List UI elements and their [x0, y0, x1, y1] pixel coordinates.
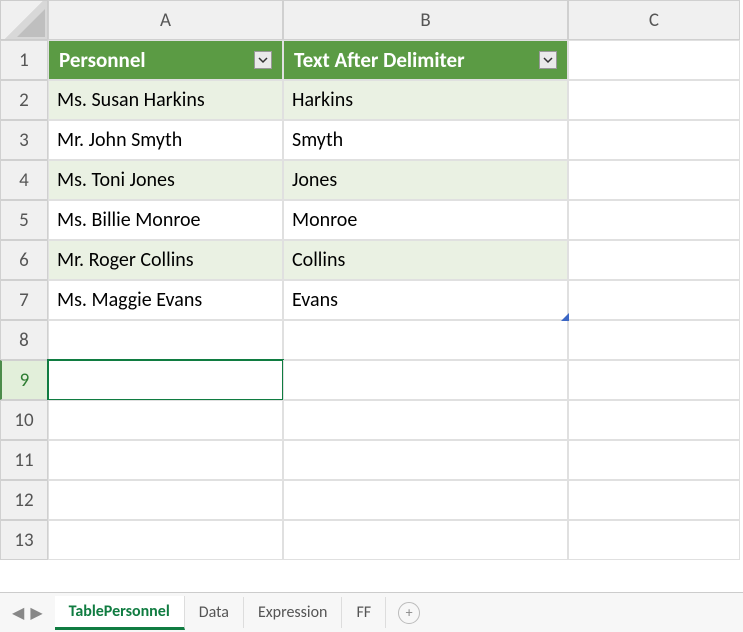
cell-c11[interactable]: [568, 440, 740, 480]
cell-c6[interactable]: [568, 240, 740, 280]
chevron-down-icon: [543, 55, 553, 65]
table-header-after[interactable]: Text After Delimiter: [283, 40, 568, 80]
row-header-12[interactable]: 12: [0, 480, 48, 520]
cell-c12[interactable]: [568, 480, 740, 520]
cell-b9[interactable]: [283, 360, 568, 400]
row-header-11[interactable]: 11: [0, 440, 48, 480]
plus-icon: +: [406, 604, 413, 621]
cell-c1[interactable]: [568, 40, 740, 80]
spreadsheet-grid[interactable]: A B C 1 Personnel Text After Delimiter 2…: [0, 0, 743, 560]
sheet-tab-bar: ◀ ▶ TablePersonnel Data Expression FF +: [0, 592, 743, 632]
cell-a13[interactable]: [48, 520, 283, 560]
sheet-tab-ff[interactable]: FF: [342, 597, 386, 628]
sheet-tab-tablepersonnel[interactable]: TablePersonnel: [55, 596, 185, 630]
cell-c13[interactable]: [568, 520, 740, 560]
cell-a7[interactable]: Ms. Maggie Evans: [48, 280, 283, 320]
cell-a4[interactable]: Ms. Toni Jones: [48, 160, 283, 200]
col-header-b[interactable]: B: [283, 0, 568, 40]
cell-a6[interactable]: Mr. Roger Collins: [48, 240, 283, 280]
cell-b13[interactable]: [283, 520, 568, 560]
sheet-tab-data[interactable]: Data: [185, 597, 244, 628]
cell-b5[interactable]: Monroe: [283, 200, 568, 240]
cell-c9[interactable]: [568, 360, 740, 400]
cell-b6[interactable]: Collins: [283, 240, 568, 280]
cell-a8[interactable]: [48, 320, 283, 360]
row-header-4[interactable]: 4: [0, 160, 48, 200]
row-header-5[interactable]: 5: [0, 200, 48, 240]
cell-a3[interactable]: Mr. John Smyth: [48, 120, 283, 160]
table-header-label: Personnel: [59, 47, 146, 73]
cell-b2[interactable]: Harkins: [283, 80, 568, 120]
sheet-nav-prev-icon[interactable]: ◀: [12, 603, 24, 623]
cell-c2[interactable]: [568, 80, 740, 120]
cell-c3[interactable]: [568, 120, 740, 160]
sheet-nav-next-icon[interactable]: ▶: [30, 603, 42, 623]
col-header-c[interactable]: C: [568, 0, 740, 40]
row-header-6[interactable]: 6: [0, 240, 48, 280]
col-header-a[interactable]: A: [48, 0, 283, 40]
filter-button[interactable]: [539, 51, 557, 69]
table-header-personnel[interactable]: Personnel: [48, 40, 283, 80]
cell-b10[interactable]: [283, 400, 568, 440]
new-sheet-button[interactable]: +: [398, 602, 420, 624]
cell-b7[interactable]: Evans: [283, 280, 568, 320]
table-header-label: Text After Delimiter: [294, 47, 465, 73]
cell-b3[interactable]: Smyth: [283, 120, 568, 160]
cell-c10[interactable]: [568, 400, 740, 440]
row-header-2[interactable]: 2: [0, 80, 48, 120]
row-header-1[interactable]: 1: [0, 40, 48, 80]
sheet-nav-buttons: ◀ ▶: [0, 603, 55, 623]
chevron-down-icon: [258, 55, 268, 65]
cell-b8[interactable]: [283, 320, 568, 360]
cell-a5[interactable]: Ms. Billie Monroe: [48, 200, 283, 240]
cell-b12[interactable]: [283, 480, 568, 520]
cell-c4[interactable]: [568, 160, 740, 200]
row-header-8[interactable]: 8: [0, 320, 48, 360]
cell-a12[interactable]: [48, 480, 283, 520]
sheet-tab-expression[interactable]: Expression: [244, 597, 343, 628]
cell-b4[interactable]: Jones: [283, 160, 568, 200]
cell-a9-selected[interactable]: [48, 360, 283, 400]
cell-a10[interactable]: [48, 400, 283, 440]
row-header-9[interactable]: 9: [0, 360, 48, 400]
cell-a11[interactable]: [48, 440, 283, 480]
cell-a2[interactable]: Ms. Susan Harkins: [48, 80, 283, 120]
cell-b11[interactable]: [283, 440, 568, 480]
cell-c7[interactable]: [568, 280, 740, 320]
row-header-10[interactable]: 10: [0, 400, 48, 440]
filter-button[interactable]: [254, 51, 272, 69]
cell-c5[interactable]: [568, 200, 740, 240]
row-header-7[interactable]: 7: [0, 280, 48, 320]
row-header-13[interactable]: 13: [0, 520, 48, 560]
select-all-corner[interactable]: [0, 0, 48, 40]
row-header-3[interactable]: 3: [0, 120, 48, 160]
cell-c8[interactable]: [568, 320, 740, 360]
